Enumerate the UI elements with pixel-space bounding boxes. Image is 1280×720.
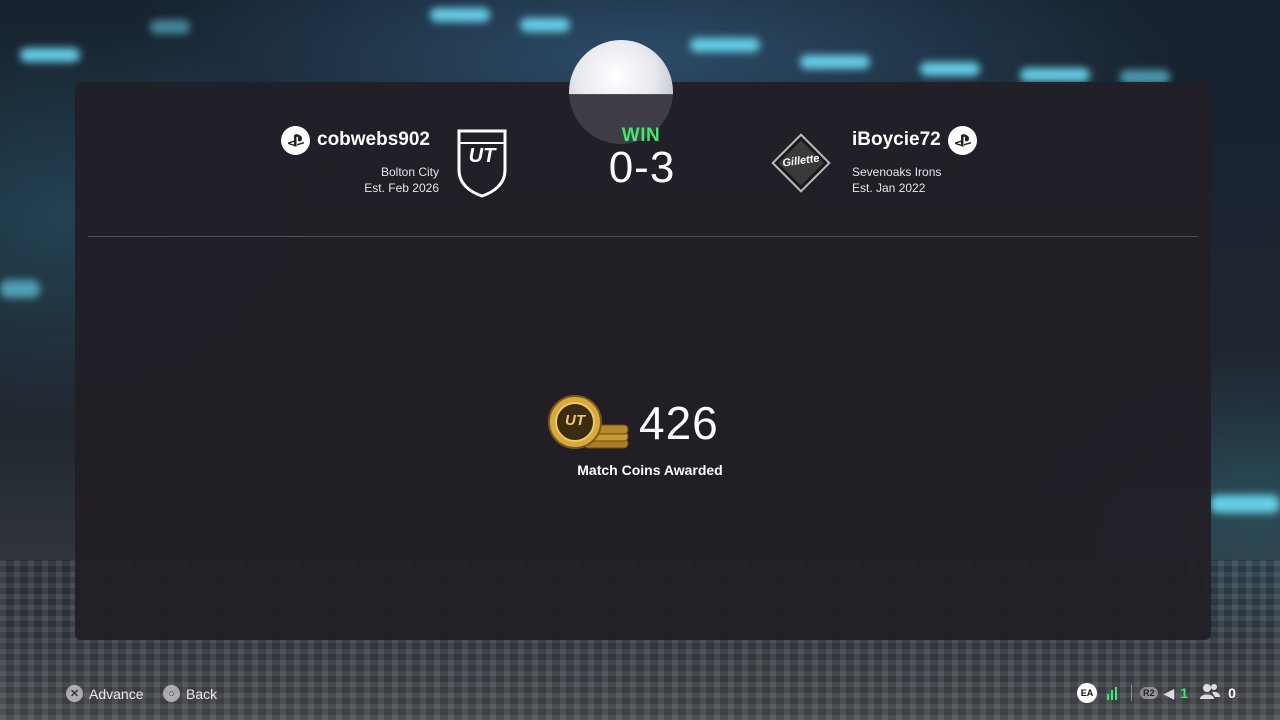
home-club-established: Est. Feb 2026 xyxy=(364,181,439,195)
coins-awarded-label: Match Coins Awarded xyxy=(577,462,723,478)
ea-icon: EA xyxy=(1077,683,1097,703)
notification-icon: ◀ xyxy=(1163,684,1175,701)
advance-label: Advance xyxy=(89,685,144,702)
away-club-name: Sevenoaks Irons xyxy=(852,165,942,179)
stadium-light xyxy=(0,280,40,298)
stadium-light xyxy=(1210,495,1280,513)
signal-bars-icon xyxy=(1107,686,1119,700)
playstation-icon xyxy=(948,126,977,155)
back-button[interactable]: ○ Back xyxy=(163,685,217,702)
coin-stack-icon: UT xyxy=(548,395,630,453)
home-crest-text: UT xyxy=(468,145,496,167)
circle-button-icon: ○ xyxy=(163,685,180,702)
coin-text: UT xyxy=(565,412,585,429)
back-label: Back xyxy=(186,685,218,702)
friends-count: 0 xyxy=(1228,685,1236,701)
away-club-established: Est. Jan 2022 xyxy=(852,181,926,195)
panel-divider xyxy=(88,236,1198,237)
home-username: cobwebs902 xyxy=(317,129,430,150)
system-status-bar: EA R2 ◀ 1 0 xyxy=(1077,683,1236,703)
playstation-icon xyxy=(281,126,310,155)
away-username: iBoycie72 xyxy=(852,129,941,150)
home-club-name: Bolton City xyxy=(380,165,439,179)
status-separator xyxy=(1131,685,1132,701)
notification-count: 1 xyxy=(1180,685,1189,701)
advance-button[interactable]: ✕ Advance xyxy=(66,685,143,702)
coins-awarded-value: 426 xyxy=(639,397,719,449)
away-club-crest: Gillette xyxy=(768,130,834,196)
home-club-crest: UT xyxy=(456,128,508,198)
r2-button-icon: R2 xyxy=(1140,687,1158,699)
cross-button-icon: ✕ xyxy=(66,685,83,702)
match-score: 0-3 xyxy=(608,143,676,192)
friends-icon xyxy=(1200,683,1221,703)
